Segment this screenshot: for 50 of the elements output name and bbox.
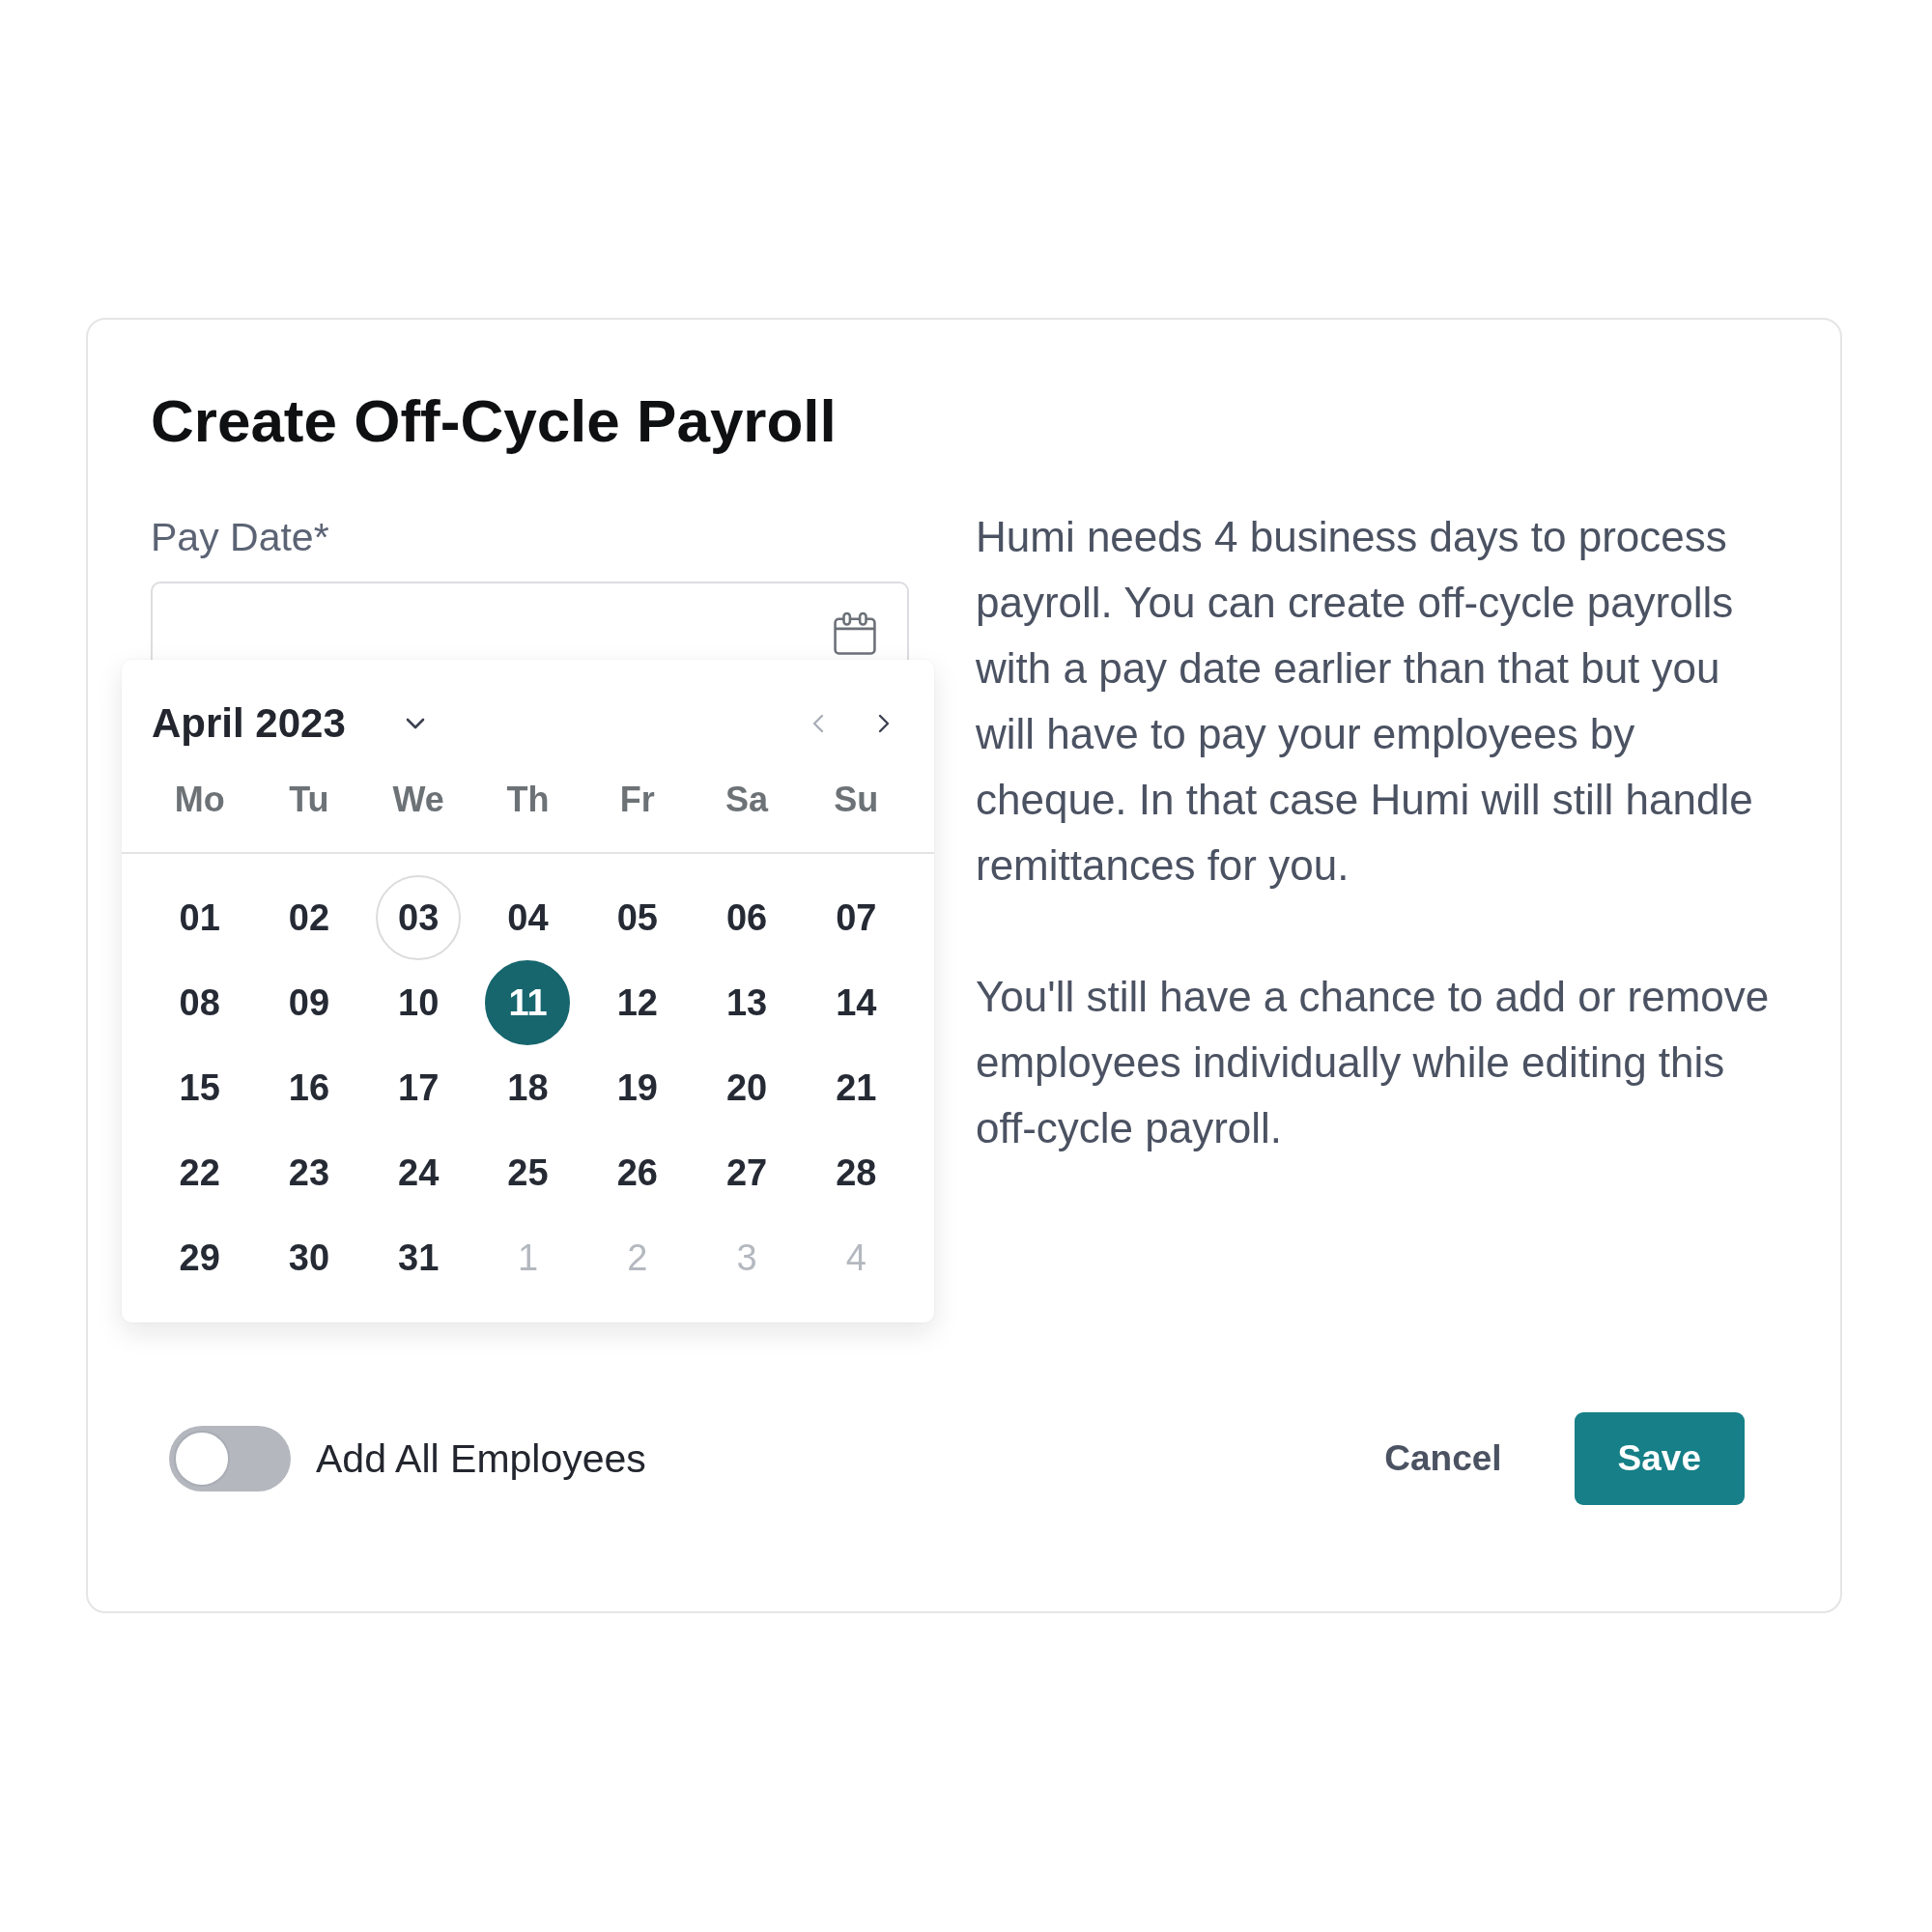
- day-button[interactable]: 24: [376, 1130, 462, 1215]
- chevron-left-icon: [812, 714, 824, 733]
- field-label: Pay Date*: [151, 514, 329, 560]
- weekday-label: Th: [506, 779, 550, 821]
- day-button[interactable]: 06: [704, 875, 790, 960]
- day-button[interactable]: 10: [376, 960, 462, 1045]
- calendar-icon[interactable]: [833, 611, 877, 656]
- weekday-label: We: [392, 779, 444, 821]
- info-paragraph: You'll still have a chance to add or remove employees individually while editing this off-cycle payroll.: [976, 972, 1771, 1153]
- info-paragraph: Humi needs 4 business days to process payroll. You can create off-cycle payrolls with a pay date earlier than that but you will have to pay your employees by cheque. In that case Humi will still handle remittances for you.: [976, 512, 1754, 891]
- day-button[interactable]: 13: [704, 960, 790, 1045]
- day-button[interactable]: 25: [485, 1130, 571, 1215]
- day-button[interactable]: 23: [266, 1130, 352, 1215]
- cancel-button[interactable]: Cancel: [1375, 1419, 1512, 1498]
- day-button[interactable]: 31: [376, 1215, 462, 1300]
- weekday-label: Su: [834, 779, 879, 821]
- day-button[interactable]: 14: [813, 960, 899, 1045]
- day-button[interactable]: 05: [594, 875, 680, 960]
- day-button[interactable]: 11: [485, 960, 571, 1045]
- weekday-label: Mo: [174, 779, 225, 821]
- weekday-label: Sa: [725, 779, 769, 821]
- day-button[interactable]: 04: [485, 875, 571, 960]
- toggle-label: Add All Employees: [316, 1435, 646, 1482]
- day-button[interactable]: 12: [594, 960, 680, 1045]
- day-button[interactable]: 08: [156, 960, 242, 1045]
- weekday-label: Tu: [289, 779, 329, 821]
- day-button[interactable]: 02: [266, 875, 352, 960]
- chevron-right-icon: [878, 714, 890, 733]
- day-button[interactable]: 28: [813, 1130, 899, 1215]
- day-button[interactable]: 27: [704, 1130, 790, 1215]
- day-button[interactable]: 26: [594, 1130, 680, 1215]
- chevron-down-icon: [405, 718, 425, 729]
- day-button[interactable]: 03: [376, 875, 462, 960]
- day-button[interactable]: 07: [813, 875, 899, 960]
- day-button[interactable]: 18: [485, 1045, 571, 1130]
- day-button[interactable]: 22: [156, 1130, 242, 1215]
- dialog-title: Create Off-Cycle Payroll: [151, 386, 838, 456]
- day-button[interactable]: 15: [156, 1045, 242, 1130]
- day-button[interactable]: 21: [813, 1045, 899, 1130]
- day-button[interactable]: 09: [266, 960, 352, 1045]
- weekday-label: Fr: [619, 779, 655, 821]
- day-button[interactable]: 01: [156, 875, 242, 960]
- day-button[interactable]: 20: [704, 1045, 790, 1130]
- day-button[interactable]: 29: [156, 1215, 242, 1300]
- day-button[interactable]: 30: [266, 1215, 352, 1300]
- day-button[interactable]: 16: [266, 1045, 352, 1130]
- month-dropdown[interactable]: April 2023: [152, 700, 425, 747]
- day-button[interactable]: 19: [594, 1045, 680, 1130]
- save-button[interactable]: Save: [1574, 1412, 1745, 1505]
- day-button[interactable]: 17: [376, 1045, 462, 1130]
